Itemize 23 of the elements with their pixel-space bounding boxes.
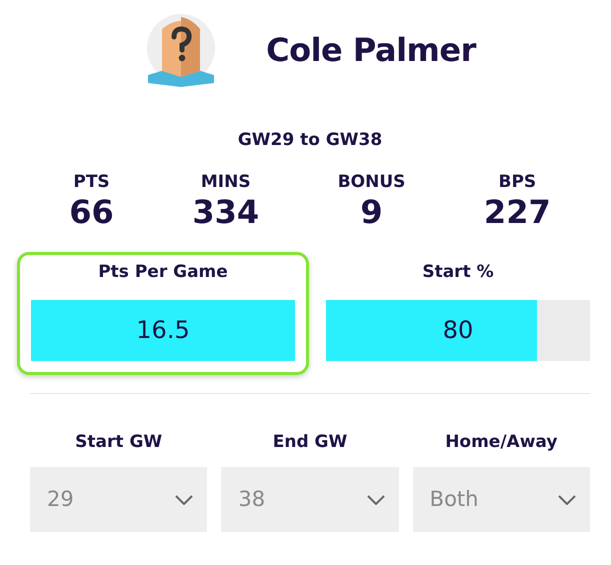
meter-reading: 80 (442, 314, 474, 346)
stat-value: 9 (359, 195, 384, 230)
stat-value: 334 (191, 195, 260, 230)
meter-label: Start % (421, 261, 495, 284)
stat-label: BPS (497, 170, 538, 194)
stat-label: BONUS (336, 170, 406, 194)
stat-label: MINS (200, 170, 252, 194)
chevron-down-icon (175, 494, 194, 505)
dropdown[interactable]: 38 (221, 467, 399, 532)
player-name: Cole Palmer (266, 30, 476, 71)
filter-label: End GW (272, 430, 348, 454)
dropdown[interactable]: Both (412, 467, 590, 532)
stat-value: 66 (68, 195, 115, 230)
chevron-down-icon (366, 494, 385, 505)
stat-label: PTS (72, 170, 111, 194)
chevron-down-icon (558, 494, 576, 505)
stat-value: 227 (482, 195, 552, 230)
filter-label: Start GW (74, 430, 164, 454)
gameweek-range: GW29 to GW38 (236, 129, 384, 152)
filter-label: Home/Away (444, 430, 558, 454)
meter-reading: 16.5 (135, 314, 191, 346)
dropdown[interactable]: 29 (30, 467, 208, 532)
meter-label: Pts Per Game (97, 261, 229, 284)
